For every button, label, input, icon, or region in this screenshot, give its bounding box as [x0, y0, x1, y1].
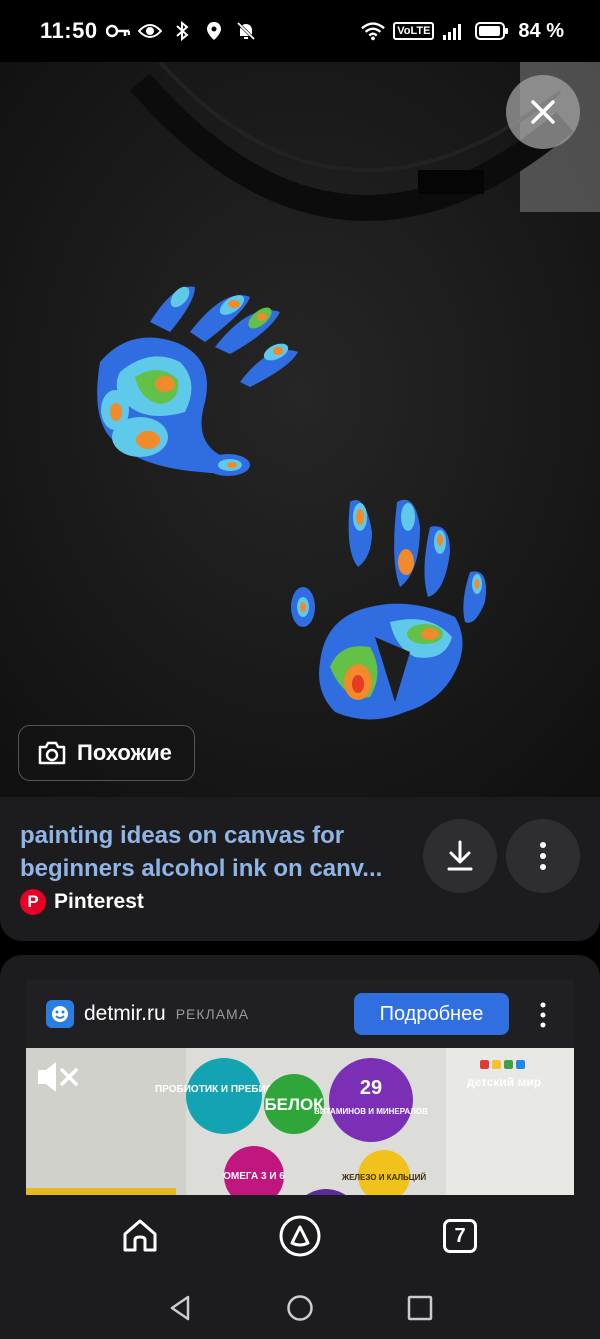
source-row[interactable]: P Pinterest [20, 889, 144, 915]
download-icon [447, 840, 473, 871]
battery-icon [474, 19, 510, 43]
more-vertical-icon [540, 1002, 546, 1028]
signal-icon [442, 19, 466, 43]
ad-container: detmir.ru РЕКЛАМА Подробнее ПРОБИОТИК И … [26, 980, 574, 1205]
ad-card: detmir.ru РЕКЛАМА Подробнее ПРОБИОТИК И … [0, 955, 600, 1205]
ad-more-button[interactable] [528, 998, 558, 1032]
badge-iron-text: ЖЕЛЕЗО И КАЛЬЦИЙ [341, 1173, 427, 1182]
similar-button[interactable]: Похожие [18, 725, 195, 781]
ad-video[interactable]: ПРОБИОТИК И ПРЕБИОТИК БЕЛОК 29 ВИТАМИНОВ… [26, 1048, 574, 1205]
similar-label: Похожие [77, 740, 172, 765]
ad-header: detmir.ru РЕКЛАМА Подробнее [26, 980, 574, 1048]
recents-icon [407, 1295, 433, 1321]
battery-percent: 84 % [518, 19, 564, 42]
ad-domain[interactable]: detmir.ru [84, 1002, 166, 1026]
badge-vitamins-text: ВИТАМИНОВ И МИНЕРАЛОВ [314, 1107, 428, 1116]
system-recents-button[interactable] [388, 1276, 452, 1339]
ad-cta-button[interactable]: Подробнее [354, 993, 509, 1035]
system-navigation [0, 1277, 600, 1339]
alice-icon [279, 1215, 321, 1257]
alice-assistant-button[interactable] [268, 1204, 332, 1268]
bottom-navigation: 7 [0, 1195, 600, 1277]
download-button[interactable] [423, 819, 497, 893]
result-info-card: painting ideas on canvas for beginners a… [0, 797, 600, 941]
camera-search-icon [38, 741, 66, 765]
eye-icon [137, 19, 162, 43]
bluetooth-icon [170, 19, 194, 43]
tabs-button[interactable]: 7 [428, 1204, 492, 1268]
home-button[interactable] [108, 1204, 172, 1268]
location-icon [202, 19, 226, 43]
brand-logo-text: детский мир [467, 1075, 541, 1089]
ad-label: РЕКЛАМА [175, 1006, 250, 1022]
system-home-button[interactable] [268, 1276, 332, 1339]
badge-omega-text: ОМЕГА 3 И 6 [223, 1171, 285, 1182]
volte-badge: VoLTE [393, 22, 435, 40]
result-title-link[interactable]: painting ideas on canvas for beginners a… [20, 819, 410, 885]
close-icon [531, 100, 555, 124]
close-button[interactable] [506, 75, 580, 149]
mute-icon [234, 19, 258, 43]
pinterest-icon: P [20, 889, 46, 915]
result-image[interactable] [0, 62, 600, 797]
source-name: Pinterest [54, 890, 144, 913]
status-time: 11:50 [40, 18, 98, 43]
key-icon [105, 19, 130, 43]
tabs-count: 7 [443, 1219, 477, 1253]
back-icon [170, 1295, 190, 1321]
more-options-button[interactable] [506, 819, 580, 893]
ad-video-frame: ПРОБИОТИК И ПРЕБИОТИК БЕЛОК 29 ВИТАМИНОВ… [26, 1048, 574, 1205]
badge-vitamins [329, 1058, 413, 1142]
wifi-icon [361, 19, 386, 43]
badge-vitamins-number: 29 [360, 1077, 382, 1099]
home-icon [123, 1219, 157, 1252]
detmir-logo-icon [46, 1000, 74, 1028]
home-circle-icon [287, 1295, 313, 1321]
more-vertical-icon [540, 842, 546, 870]
t-shirt-photo [0, 62, 600, 797]
status-bar: 11:50 VoLTE 84 % [0, 0, 600, 62]
system-back-button[interactable] [148, 1276, 212, 1339]
badge-probiotic [186, 1058, 262, 1134]
